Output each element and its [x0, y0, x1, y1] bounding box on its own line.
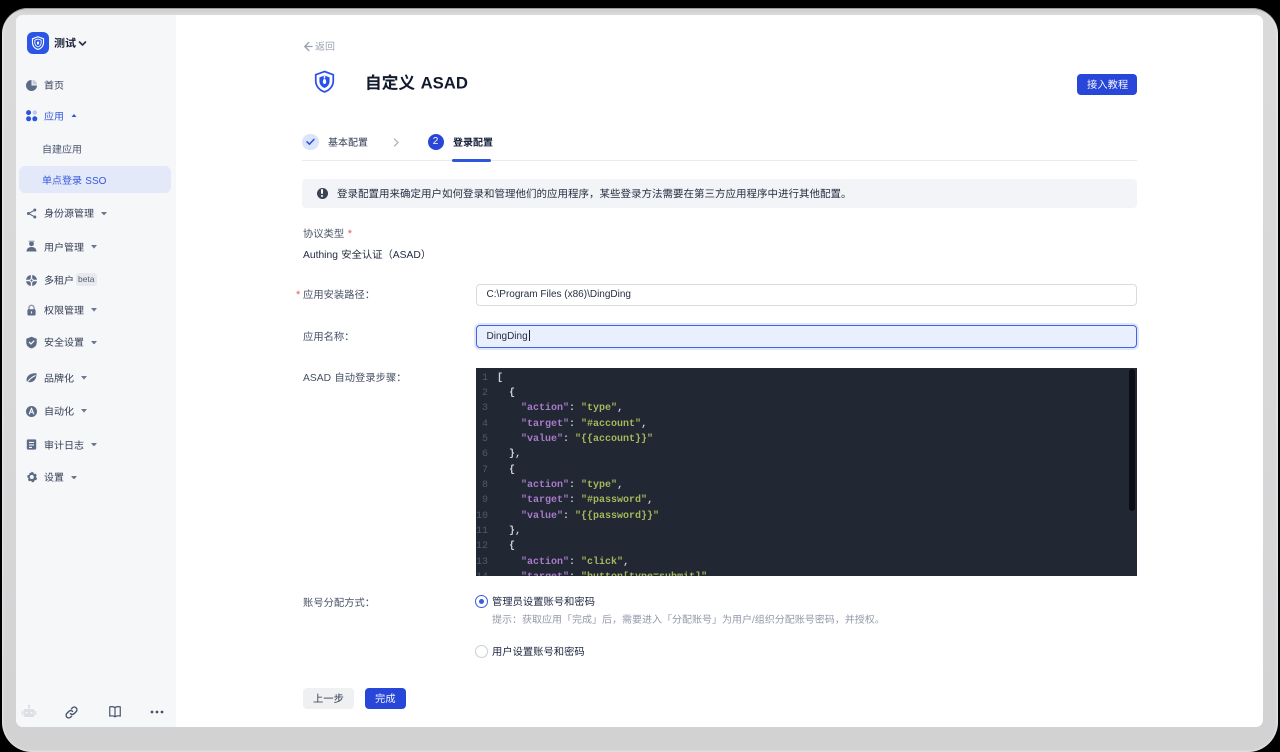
svg-text:SSO: SSO: [85, 176, 106, 187]
svg-text:ASAD: ASAD: [392, 250, 420, 261]
svg-text:Authing: Authing: [303, 250, 338, 261]
svg-text:/: /: [752, 614, 755, 625]
svg-text:ASAD: ASAD: [303, 373, 331, 384]
svg-text:ASAD: ASAD: [421, 73, 468, 92]
